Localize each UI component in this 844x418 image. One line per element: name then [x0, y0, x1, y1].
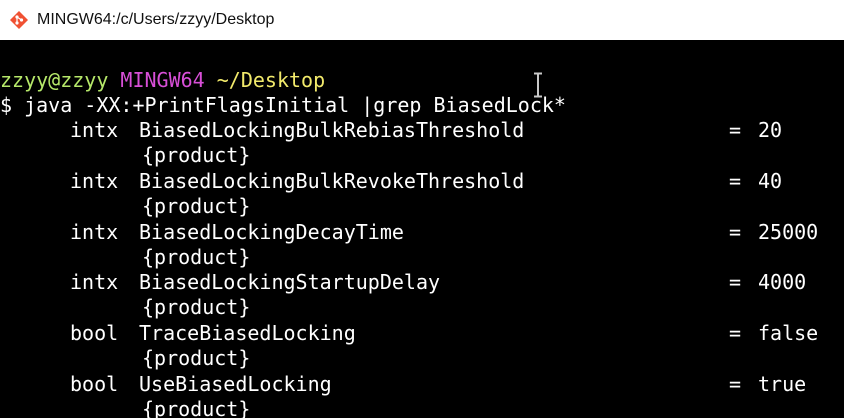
flag-kind-row: {product} [0, 346, 844, 371]
terminal-output[interactable]: zzyy@zzyy MINGW64 ~/Desktop $ java -XX:+… [0, 40, 844, 418]
flag-type: bool [70, 372, 119, 396]
command-line: $ java -XX:+PrintFlagsInitial |grep Bias… [0, 93, 566, 118]
flag-value: 40 [758, 169, 783, 193]
flag-type: intx [70, 220, 119, 244]
flag-type: intx [70, 118, 119, 142]
prompt-path: ~/Desktop [216, 68, 326, 92]
flag-value: 4000 [758, 270, 807, 294]
flag-equals: = [729, 118, 742, 142]
command-text: java -XX:+PrintFlagsInitial |grep Biased… [24, 93, 566, 117]
flag-row: intx BiasedLockingBulkRevokeThreshold = … [0, 169, 844, 194]
flag-kind-row: {product} [0, 194, 844, 219]
flag-name: BiasedLockingStartupDelay [139, 270, 441, 294]
flag-name: BiasedLockingDecayTime [139, 220, 404, 244]
terminal-window: MINGW64:/c/Users/zzyy/Desktop zzyy@zzyy … [0, 0, 844, 418]
flag-value: 25000 [758, 220, 819, 244]
git-bash-icon [10, 11, 28, 29]
flag-name: UseBiasedLocking [139, 372, 332, 396]
flag-kind: {product} [142, 143, 251, 167]
flag-row: intx BiasedLockingStartupDelay = 4000 [0, 270, 844, 295]
flag-equals: = [729, 321, 742, 345]
window-title: MINGW64:/c/Users/zzyy/Desktop [37, 11, 275, 28]
flag-value: false [758, 321, 819, 345]
flag-kind: {product} [142, 346, 251, 370]
i-beam-cursor [534, 72, 542, 98]
title-bar[interactable]: MINGW64:/c/Users/zzyy/Desktop [0, 0, 844, 40]
flag-kind-row: {product} [0, 245, 844, 270]
prompt-shell: MINGW64 [120, 68, 205, 92]
flag-name: TraceBiasedLocking [139, 321, 356, 345]
flag-type: bool [70, 321, 119, 345]
flag-kind-row: {product} [0, 397, 844, 418]
prompt-line: zzyy@zzyy MINGW64 ~/Desktop [0, 68, 325, 93]
flag-equals: = [729, 169, 742, 193]
flag-kind: {product} [142, 245, 251, 269]
flag-type: intx [70, 169, 119, 193]
flag-row: intx BiasedLockingDecayTime = 25000 [0, 220, 844, 245]
flag-name: BiasedLockingBulkRebiasThreshold [139, 118, 525, 142]
flag-kind-row: {product} [0, 295, 844, 320]
flag-row: bool TraceBiasedLocking = false [0, 321, 844, 346]
flag-value: true [758, 372, 807, 396]
flag-row: bool UseBiasedLocking = true [0, 372, 844, 397]
flag-name: BiasedLockingBulkRevokeThreshold [139, 169, 525, 193]
flag-equals: = [729, 270, 742, 294]
flag-kind-row: {product} [0, 143, 844, 168]
flag-kind: {product} [142, 194, 251, 218]
flag-row: intx BiasedLockingBulkRebiasThreshold = … [0, 118, 844, 143]
prompt-symbol: $ [0, 93, 13, 117]
flag-equals: = [729, 372, 742, 396]
flag-kind: {product} [142, 295, 251, 319]
prompt-user-host: zzyy@zzyy [0, 68, 109, 92]
flag-type: intx [70, 270, 119, 294]
flag-value: 20 [758, 118, 783, 142]
flag-equals: = [729, 220, 742, 244]
flag-kind: {product} [142, 397, 251, 418]
